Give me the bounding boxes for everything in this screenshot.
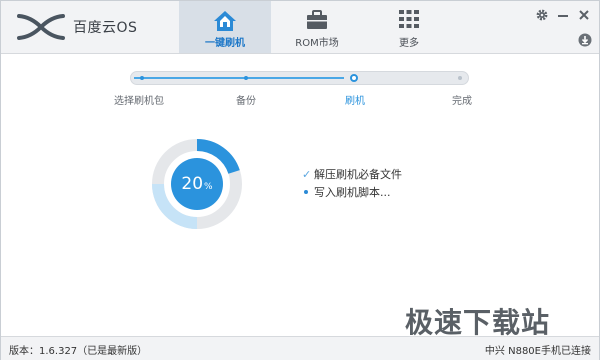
step-dot-flash <box>350 74 358 82</box>
task-item-unpack: ✓ 解压刷机必备文件 <box>302 166 402 182</box>
brand: 百度云OS <box>15 7 137 47</box>
download-button[interactable] <box>578 32 594 48</box>
header-bar: 百度云OS 一键刷机 ROM市场 更多 <box>1 1 599 54</box>
step-label-select-package: 选择刷机包 <box>114 96 164 107</box>
close-button[interactable] <box>577 7 593 23</box>
gear-icon <box>536 9 548 21</box>
tab-more[interactable]: 更多 <box>363 1 455 53</box>
task-text: 写入刷机脚本... <box>314 186 391 199</box>
step-label-backup: 备份 <box>236 96 256 107</box>
progress-percent: 20 % <box>151 138 243 230</box>
tab-label: ROM市场 <box>295 38 339 49</box>
step-dot-select <box>140 76 144 80</box>
step-progress-fill <box>134 77 344 79</box>
task-text: 解压刷机必备文件 <box>314 168 402 181</box>
tab-rom-market[interactable]: ROM市场 <box>271 1 363 53</box>
progress-unit: % <box>204 182 213 192</box>
brand-name: 百度云OS <box>73 20 138 36</box>
tab-label: 更多 <box>399 38 419 49</box>
check-icon: ✓ <box>302 167 312 181</box>
tab-label: 一键刷机 <box>205 38 245 49</box>
baidu-cloud-os-logo <box>17 14 65 40</box>
minimize-icon <box>558 15 568 17</box>
step-label-complete: 完成 <box>452 96 472 107</box>
version-text: 版本：1.6.327（已是最新版） <box>9 346 148 357</box>
settings-button[interactable] <box>535 7 551 23</box>
close-icon <box>579 10 589 20</box>
bullet-icon <box>304 190 308 194</box>
progress-value: 20 <box>181 174 204 194</box>
main-nav: 一键刷机 ROM市场 更多 <box>179 1 455 53</box>
step-dot-done <box>458 76 462 80</box>
download-icon <box>578 33 592 47</box>
minimize-button[interactable] <box>556 7 572 23</box>
step-label-flash: 刷机 <box>345 96 365 107</box>
step-dot-backup <box>244 76 248 80</box>
step-progress-track <box>130 71 469 85</box>
watermark: 极速下载站 <box>405 306 551 339</box>
tab-one-click-flash[interactable]: 一键刷机 <box>179 1 271 53</box>
device-status: 中兴 N880E手机已连接 <box>484 346 591 357</box>
task-item-write-script: 写入刷机脚本... <box>302 184 391 200</box>
home-icon <box>214 11 236 31</box>
app-window: 百度云OS 一键刷机 ROM市场 更多 选择刷机包 备份 刷机 完成 20 % … <box>0 0 600 360</box>
briefcase-icon <box>307 10 327 29</box>
grid-icon <box>399 10 419 28</box>
